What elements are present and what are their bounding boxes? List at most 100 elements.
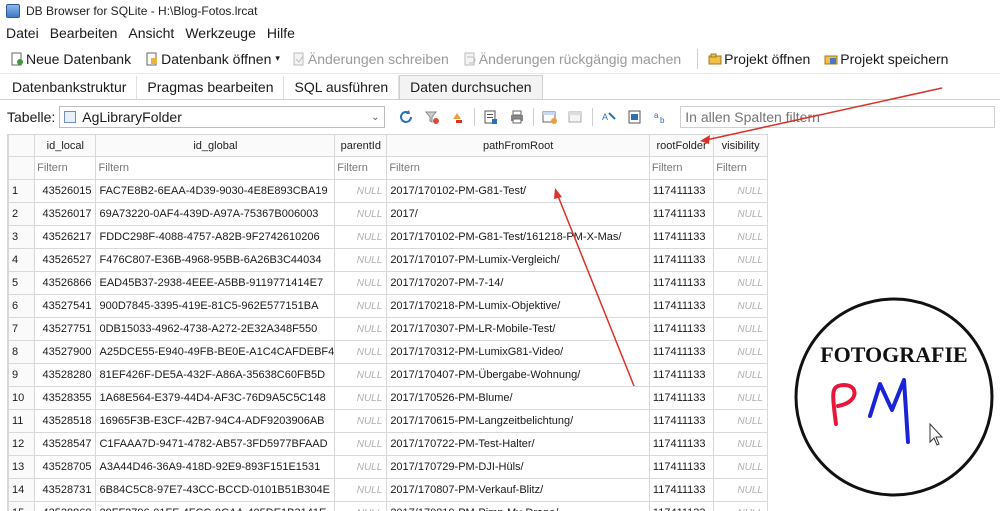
cell-root-folder[interactable]: 117411133 — [648, 179, 715, 203]
cell-visibility[interactable]: NULL — [713, 225, 768, 249]
cell-parent-id[interactable]: NULL — [334, 294, 388, 318]
table-row[interactable]: 8 43527900 A25DCE55-E940-49FB-BE0E-A1C4CAF… — [7, 340, 768, 364]
cell-id-global[interactable]: F476C807-E36B-4968-95BB-6A26B3C44034 — [95, 248, 336, 272]
table-row[interactable]: 1 43526015 FAC7E8B2-6EAA-4D39-9030-4E8E893… — [7, 179, 768, 203]
cell-path-from-root[interactable]: 2017/170526-PM-Blume/ — [386, 386, 650, 410]
cell-id-local[interactable]: 43528731 — [34, 478, 97, 502]
open-project-button[interactable]: Projekt öffnen — [708, 51, 810, 67]
open-database-button[interactable]: Datenbank öffnen — [145, 51, 271, 67]
row-number[interactable]: 3 — [7, 225, 36, 249]
menu-datei[interactable]: Datei — [6, 25, 39, 41]
cell-visibility[interactable]: NULL — [713, 363, 768, 387]
sort-icon[interactable] — [450, 109, 466, 125]
cell-visibility[interactable]: NULL — [713, 501, 768, 511]
row-number[interactable]: 4 — [7, 248, 36, 272]
cell-root-folder[interactable]: 117411133 — [648, 248, 715, 272]
cell-parent-id[interactable]: NULL — [334, 202, 388, 226]
cell-id-local[interactable]: 43526015 — [34, 179, 97, 203]
filter-parent-id[interactable]: Filtern — [334, 156, 388, 180]
cell-root-folder[interactable]: 117411133 — [648, 386, 715, 410]
table-select[interactable]: AgLibraryFolder ⌄ — [59, 106, 386, 128]
cell-id-global[interactable]: FDDC298F-4088-4757-A82B-9F2742610206 — [95, 225, 336, 249]
cell-parent-id[interactable]: NULL — [334, 409, 388, 433]
filter-root-folder[interactable]: Filtern — [648, 156, 715, 180]
cell-visibility[interactable]: NULL — [713, 455, 768, 479]
cell-visibility[interactable]: NULL — [713, 317, 768, 341]
print-icon[interactable] — [509, 109, 525, 125]
row-number[interactable]: 14 — [7, 478, 36, 502]
cell-parent-id[interactable]: NULL — [334, 478, 388, 502]
cell-visibility[interactable]: NULL — [713, 271, 768, 295]
cell-id-local[interactable]: 43528705 — [34, 455, 97, 479]
cell-parent-id[interactable]: NULL — [334, 179, 388, 203]
menu-hilfe[interactable]: Hilfe — [267, 25, 295, 41]
cell-id-global[interactable]: 900D7845-3395-419E-81C5-962E577151BA — [95, 294, 336, 318]
cell-id-local[interactable]: 43527541 — [34, 294, 97, 318]
cell-parent-id[interactable]: NULL — [334, 455, 388, 479]
table-row[interactable]: 13 43528705 A3A44D46-36A9-418D-92E9-893F15… — [7, 455, 768, 479]
filter-path-from-root[interactable]: Filtern — [386, 156, 650, 180]
row-number[interactable]: 8 — [7, 340, 36, 364]
cell-visibility[interactable]: NULL — [713, 294, 768, 318]
row-number[interactable]: 2 — [7, 202, 36, 226]
cell-root-folder[interactable]: 117411133 — [648, 294, 715, 318]
cell-visibility[interactable]: NULL — [713, 340, 768, 364]
cell-id-local[interactable]: 43528868 — [34, 501, 97, 511]
column-header-parent-id[interactable]: parentId — [334, 134, 388, 157]
row-number[interactable]: 12 — [7, 432, 36, 456]
new-database-button[interactable]: Neue Datenbank — [10, 51, 131, 67]
cell-id-local[interactable]: 43526217 — [34, 225, 97, 249]
write-changes-button[interactable]: Änderungen schreiben — [292, 51, 449, 67]
cell-parent-id[interactable]: NULL — [334, 386, 388, 410]
cell-parent-id[interactable]: NULL — [334, 248, 388, 272]
cell-id-global[interactable]: FAC7E8B2-6EAA-4D39-9030-4E8E893CBA19 — [95, 179, 336, 203]
table-row[interactable]: 3 43526217 FDDC298F-4088-4757-A82B-9F27426… — [7, 225, 768, 249]
cell-visibility[interactable]: NULL — [713, 478, 768, 502]
cell-id-global[interactable]: 6B84C5C8-97E7-43CC-BCCD-0101B51B304E — [95, 478, 336, 502]
cell-parent-id[interactable]: NULL — [334, 340, 388, 364]
row-number[interactable]: 6 — [7, 294, 36, 318]
cell-id-local[interactable]: 43528547 — [34, 432, 97, 456]
cell-parent-id[interactable]: NULL — [334, 363, 388, 387]
cell-id-local[interactable]: 43526866 — [34, 271, 97, 295]
menu-ansicht[interactable]: Ansicht — [128, 25, 174, 41]
cell-path-from-root[interactable]: 2017/170207-PM-7-14/ — [386, 271, 650, 295]
tab-database-structure[interactable]: Datenbankstruktur — [2, 76, 138, 99]
table-row[interactable]: 12 43528547 C1FAAA7D-9471-4782-AB57-3FD597… — [7, 432, 768, 456]
filter-id-global[interactable]: Filtern — [95, 156, 336, 180]
delete-record-icon[interactable] — [568, 109, 584, 125]
cell-root-folder[interactable]: 117411133 — [648, 225, 715, 249]
cell-path-from-root[interactable]: 2017/170218-PM-Lumix-Objektive/ — [386, 294, 650, 318]
column-header-id-global[interactable]: id_global — [95, 134, 336, 157]
column-header-visibility[interactable]: visibility — [713, 134, 768, 157]
cell-id-global[interactable]: 1A68E564-E379-44D4-AF3C-76D9A5C5C148 — [95, 386, 336, 410]
cell-root-folder[interactable]: 117411133 — [648, 202, 715, 226]
cell-id-global[interactable]: 29FF2796-01FF-4FCC-9CAA-405DE1B3141E — [95, 501, 336, 511]
cell-path-from-root[interactable]: 2017/170810-PM-Pimp-My-Drone/ — [386, 501, 650, 511]
filter-id-local[interactable]: Filtern — [34, 156, 97, 180]
cell-path-from-root[interactable]: 2017/170102-PM-G81-Test/ — [386, 179, 650, 203]
cell-id-global[interactable]: 0DB15033-4962-4738-A272-2E32A348F550 — [95, 317, 336, 341]
table-row[interactable]: 154352886829FF2796-01FF-4FCC-9CAA-405DE1… — [7, 501, 768, 511]
save-project-button[interactable]: Projekt speichern — [824, 51, 948, 67]
row-number[interactable]: 5 — [7, 271, 36, 295]
cell-path-from-root[interactable]: 2017/170407-PM-Übergabe-Wohnung/ — [386, 363, 650, 387]
column-header-root-folder[interactable]: rootFolder — [648, 134, 715, 157]
cell-parent-id[interactable]: NULL — [334, 271, 388, 295]
table-row[interactable]: 9 43528280 81EF426F-DE5A-432F-A86A-35638C6… — [7, 363, 768, 387]
cell-root-folder[interactable]: 117411133 — [648, 363, 715, 387]
cell-visibility[interactable]: NULL — [713, 409, 768, 433]
table-row[interactable]: 5 43526866 EAD45B37-2938-4EEE-A5BB-9119771… — [7, 271, 768, 295]
cell-root-folder[interactable]: 117411133 — [648, 317, 715, 341]
revert-changes-button[interactable]: Änderungen rückgängig machen — [463, 51, 681, 67]
insert-record-icon[interactable] — [542, 109, 558, 125]
cell-root-folder[interactable]: 117411133 — [648, 455, 715, 479]
cell-parent-id[interactable]: NULL — [334, 432, 388, 456]
cell-parent-id[interactable]: NULL — [334, 317, 388, 341]
cell-id-local[interactable]: 43527900 — [34, 340, 97, 364]
save-table-icon[interactable] — [483, 109, 499, 125]
cell-id-global[interactable]: C1FAAA7D-9471-4782-AB57-3FD5977BFAAD — [95, 432, 336, 456]
column-header-id-local[interactable]: id_local — [34, 134, 97, 157]
column-header-path-from-root[interactable]: pathFromRoot — [386, 134, 650, 157]
table-row[interactable]: 6 43527541 900D7845-3395-419E-81C5-962E577… — [7, 294, 768, 318]
